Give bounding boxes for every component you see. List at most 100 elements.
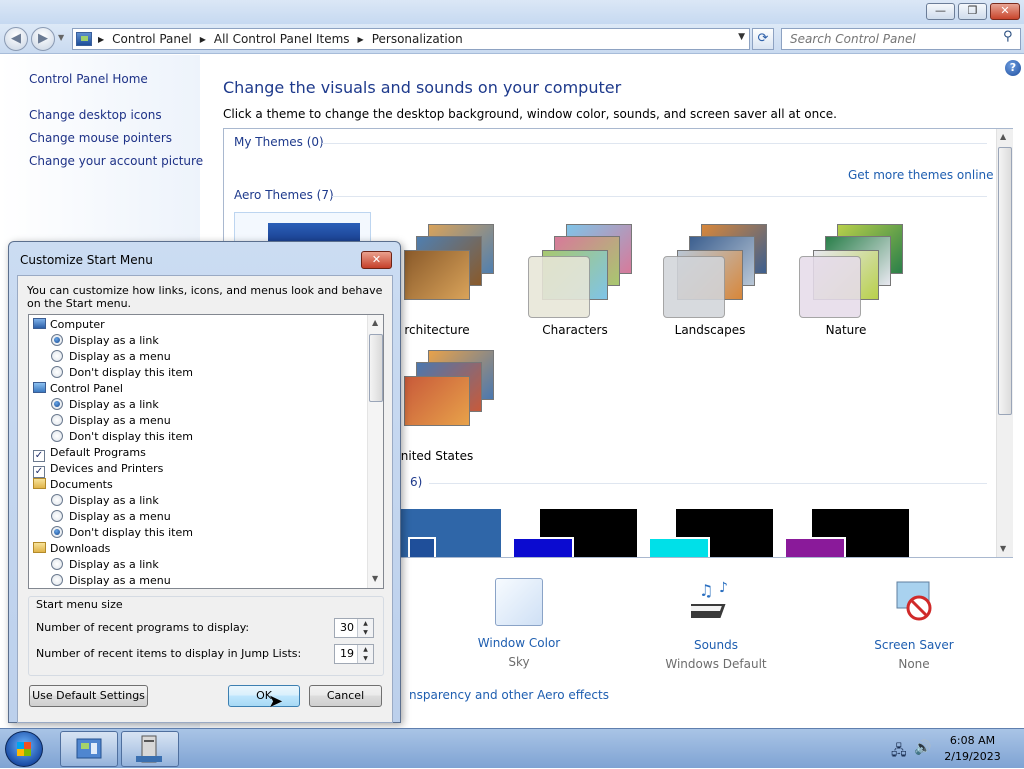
window-color-value: Sky — [508, 655, 530, 669]
radio-unselected-icon[interactable] — [51, 414, 63, 426]
address-bar[interactable]: ▶ Control Panel ▶ All Control Panel Item… — [72, 28, 750, 50]
system-clock[interactable]: 6:08 AM 2/19/2023 — [935, 733, 1010, 765]
option-radio[interactable]: Display as a menu — [51, 509, 171, 525]
get-more-themes-link[interactable]: Get more themes online — [848, 168, 994, 182]
start-menu-options-list[interactable]: ▲ ▼ Computer Display as a link Display as … — [28, 314, 384, 589]
search-input[interactable] — [781, 28, 1021, 50]
option-radio[interactable]: Display as a link — [51, 333, 159, 349]
sounds-label[interactable]: Sounds — [646, 638, 786, 652]
maximize-button[interactable]: ❐ — [958, 3, 987, 20]
breadcrumb-control-panel[interactable]: Control Panel — [112, 32, 192, 46]
breadcrumb-personalization[interactable]: Personalization — [372, 32, 463, 46]
window-color-preview — [408, 537, 436, 557]
option-radio[interactable]: Display as a link — [51, 493, 159, 509]
radio-selected-icon[interactable] — [51, 398, 63, 410]
theme-characters[interactable]: Characters — [510, 216, 640, 341]
theme-landscapes[interactable]: Landscapes — [645, 216, 775, 341]
option-radio[interactable]: Display as a menu — [51, 573, 171, 588]
window-color-preview — [799, 256, 861, 318]
control-panel-icon — [76, 32, 92, 46]
option-radio[interactable]: Display as a menu — [51, 349, 171, 365]
dialog-close-button[interactable]: ✕ — [361, 251, 392, 269]
recent-pages-dropdown-icon[interactable]: ▼ — [58, 33, 64, 42]
sounds-value: Windows Default — [665, 657, 767, 671]
scrollbar-thumb[interactable] — [369, 334, 383, 402]
ok-button[interactable]: OK — [228, 685, 300, 707]
recent-items-value[interactable]: 19 — [340, 647, 354, 660]
screen-saver-label[interactable]: Screen Saver — [844, 638, 984, 652]
radio-unselected-icon[interactable] — [51, 350, 63, 362]
option-radio[interactable]: Don't display this item — [51, 429, 193, 445]
basic-theme-thumbnail[interactable] — [396, 509, 501, 557]
cancel-button[interactable]: Cancel — [309, 685, 382, 707]
option-label: Display as a link — [69, 494, 159, 507]
spin-up-icon[interactable]: ▲ — [358, 619, 373, 628]
option-radio[interactable]: Display as a link — [51, 397, 159, 413]
spin-down-icon[interactable]: ▼ — [358, 654, 373, 663]
taskbar-control-panel-button[interactable] — [60, 731, 118, 767]
sounds-setting[interactable]: ♫ ♪ Sounds Windows Default — [646, 578, 786, 671]
option-radio[interactable]: Don't display this item — [51, 365, 193, 381]
volume-icon[interactable]: 🔊 — [914, 740, 931, 756]
spin-up-icon[interactable]: ▲ — [358, 645, 373, 654]
breadcrumb-chevron-icon[interactable]: ▶ — [200, 35, 206, 44]
radio-selected-icon[interactable] — [51, 334, 63, 346]
scrollbar-thumb[interactable] — [998, 147, 1012, 415]
transparency-aero-link[interactable]: nsparency and other Aero effects — [409, 688, 609, 702]
recent-programs-value[interactable]: 30 — [340, 621, 354, 634]
high-contrast-theme-thumbnail[interactable] — [784, 509, 909, 557]
spin-down-icon[interactable]: ▼ — [358, 628, 373, 637]
refresh-button[interactable]: ⟳ — [752, 28, 774, 50]
option-label: Display as a menu — [69, 574, 171, 587]
recent-programs-stepper[interactable]: 30 ▲ ▼ — [334, 618, 374, 638]
scroll-down-icon[interactable]: ▼ — [1000, 544, 1006, 553]
option-checkbox[interactable]: ✓ Devices and Printers — [33, 461, 163, 478]
refresh-icon: ⟳ — [757, 31, 769, 46]
option-radio[interactable]: Display as a menu — [51, 413, 171, 429]
search-icon[interactable]: ⚲ — [1003, 29, 1013, 44]
breadcrumb-all-items[interactable]: All Control Panel Items — [214, 32, 350, 46]
theme-list-scrollbar[interactable]: ▲ ▼ — [996, 129, 1013, 557]
taskbar-program-button[interactable] — [121, 731, 179, 767]
start-button[interactable] — [5, 731, 43, 767]
network-icon[interactable]: 🖧 — [891, 740, 907, 764]
scroll-down-icon[interactable]: ▼ — [372, 574, 378, 583]
option-checkbox[interactable]: ✓ Default Programs — [33, 445, 146, 462]
radio-unselected-icon[interactable] — [51, 558, 63, 570]
screen-saver-setting[interactable]: Screen Saver None — [844, 578, 984, 671]
breadcrumb-chevron-icon[interactable]: ▶ — [98, 35, 104, 44]
control-panel-home-link[interactable]: Control Panel Home — [29, 72, 148, 86]
use-default-settings-button[interactable]: Use Default Settings — [29, 685, 148, 707]
option-radio[interactable]: Display as a link — [51, 557, 159, 573]
window-color-setting[interactable]: Window Color Sky — [449, 578, 589, 669]
radio-selected-icon[interactable] — [51, 526, 63, 538]
help-icon[interactable]: ? — [1005, 60, 1021, 76]
scroll-up-icon[interactable]: ▲ — [1000, 132, 1006, 141]
option-label: Don't display this item — [69, 430, 193, 443]
radio-unselected-icon[interactable] — [51, 510, 63, 522]
start-menu-size-title: Start menu size — [34, 598, 125, 611]
theme-nature[interactable]: Nature — [781, 216, 911, 341]
scroll-up-icon[interactable]: ▲ — [372, 318, 378, 327]
change-account-picture-link[interactable]: Change your account picture — [29, 154, 203, 168]
radio-unselected-icon[interactable] — [51, 494, 63, 506]
radio-unselected-icon[interactable] — [51, 574, 63, 586]
control-panel-icon — [33, 382, 46, 393]
high-contrast-theme-thumbnail[interactable] — [648, 509, 773, 557]
forward-button[interactable]: ▶ — [31, 27, 55, 51]
options-list-scrollbar[interactable]: ▲ ▼ — [367, 315, 383, 588]
dialog-title: Customize Start Menu — [20, 253, 153, 267]
window-color-label[interactable]: Window Color — [449, 636, 589, 650]
option-radio[interactable]: Don't display this item — [51, 525, 193, 541]
radio-unselected-icon[interactable] — [51, 366, 63, 378]
address-dropdown-icon[interactable]: ▼ — [738, 32, 745, 42]
close-button[interactable]: ✕ — [990, 3, 1020, 20]
change-mouse-pointers-link[interactable]: Change mouse pointers — [29, 131, 172, 145]
recent-items-stepper[interactable]: 19 ▲ ▼ — [334, 644, 374, 664]
breadcrumb-chevron-icon[interactable]: ▶ — [358, 35, 364, 44]
back-button[interactable]: ◀ — [4, 27, 28, 51]
high-contrast-theme-thumbnail[interactable] — [512, 509, 637, 557]
change-desktop-icons-link[interactable]: Change desktop icons — [29, 108, 162, 122]
minimize-button[interactable]: — — [926, 3, 955, 20]
radio-unselected-icon[interactable] — [51, 430, 63, 442]
